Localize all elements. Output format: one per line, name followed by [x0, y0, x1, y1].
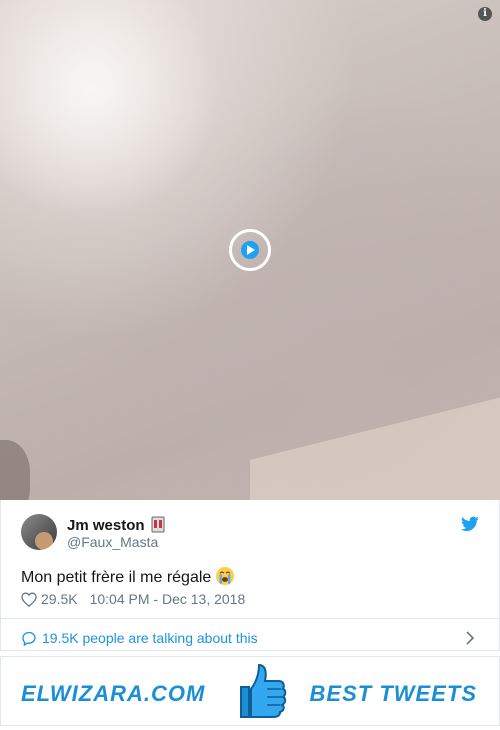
play-icon — [241, 241, 259, 259]
user-handle[interactable]: @Faux_Masta — [67, 534, 158, 550]
like-count[interactable]: 29.5K — [41, 591, 78, 607]
video-frame-shadow — [0, 440, 30, 500]
talking-text[interactable]: 19.5K people are talking about this — [42, 630, 258, 646]
thumbs-up-icon — [240, 663, 287, 718]
tweet-text-body: Mon petit frère il me régale — [21, 569, 212, 586]
video-player[interactable]: i — [0, 0, 500, 500]
user-name-text[interactable]: Jm weston — [67, 517, 145, 534]
flag-emoji-icon — [151, 516, 165, 533]
tweet-text: Mon petit frère il me régale — [21, 566, 235, 587]
banner-tagline: BEST TWEETS — [309, 681, 477, 706]
divider — [1, 618, 499, 619]
speech-bubble-icon — [22, 631, 36, 646]
twitter-bird-icon[interactable] — [461, 516, 479, 532]
user-name[interactable]: Jm weston — [67, 516, 165, 534]
video-frame-floor — [250, 380, 500, 500]
chevron-right-icon[interactable] — [465, 631, 475, 645]
tweet-meta: 29.5K 10:04 PM - Dec 13, 2018 — [21, 591, 245, 607]
info-icon[interactable]: i — [478, 7, 492, 21]
tweet-card: Jm weston @Faux_Masta Mon petit frère il… — [0, 500, 500, 651]
crying-face-emoji-icon — [216, 567, 235, 585]
site-banner[interactable]: ELWIZARA.COM BEST TWEETS — [0, 656, 500, 726]
heart-icon[interactable] — [21, 591, 37, 607]
video-frame-highlight — [0, 0, 220, 220]
play-button[interactable] — [229, 229, 271, 271]
tweet-timestamp[interactable]: 10:04 PM - Dec 13, 2018 — [90, 591, 246, 607]
avatar[interactable] — [21, 514, 57, 550]
site-name: ELWIZARA.COM — [21, 681, 206, 706]
talking-link[interactable]: 19.5K people are talking about this — [21, 630, 258, 646]
